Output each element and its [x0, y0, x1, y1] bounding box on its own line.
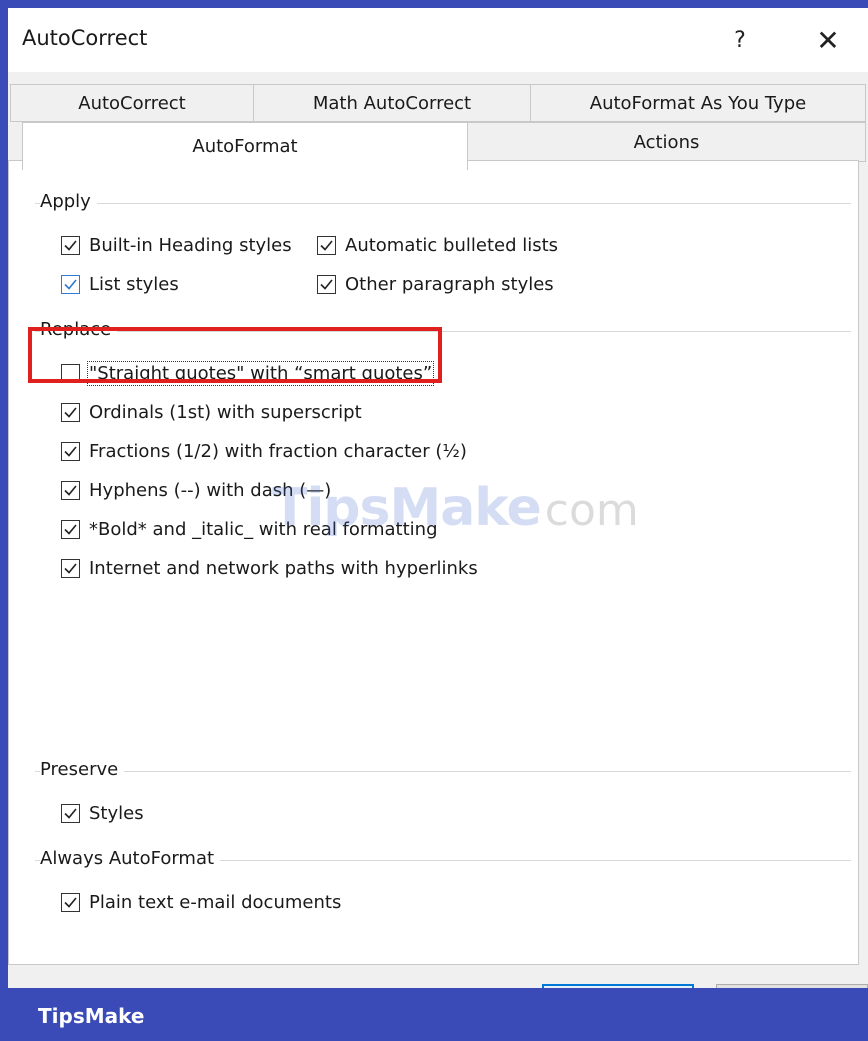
- option-label: Automatic bulleted lists: [345, 235, 559, 256]
- option-label: Other paragraph styles: [345, 274, 554, 295]
- checkmark-icon: [64, 485, 77, 496]
- checkbox-box[interactable]: [61, 403, 80, 422]
- list-styles-checkbox[interactable]: List styles: [61, 274, 179, 295]
- fractions-checkbox[interactable]: Fractions (1/2) with fraction character …: [61, 441, 467, 462]
- tab-actions[interactable]: Actions: [467, 122, 866, 162]
- replace-divider: [35, 331, 851, 332]
- tab-autocorrect[interactable]: AutoCorrect: [10, 84, 254, 122]
- option-label: Hyphens (--) with dash (—): [89, 480, 332, 501]
- preserve-divider: [35, 771, 851, 772]
- ok-button[interactable]: [542, 984, 694, 988]
- other-paragraph-styles-checkbox[interactable]: Other paragraph styles: [317, 274, 554, 295]
- checkbox-box[interactable]: [61, 364, 80, 383]
- checkbox-box[interactable]: [61, 893, 80, 912]
- internet-paths-checkbox[interactable]: Internet and network paths with hyperlin…: [61, 558, 478, 579]
- checkmark-icon: [320, 279, 333, 290]
- tab-autoformat[interactable]: AutoFormat: [22, 122, 468, 170]
- checkbox-box[interactable]: [61, 275, 80, 294]
- apply-divider: [35, 203, 851, 204]
- option-label: "Straight quotes" with “smart quotes”: [86, 361, 435, 386]
- option-label: *Bold* and _italic_ with real formatting: [89, 519, 438, 540]
- option-label: Built-in Heading styles: [89, 235, 292, 256]
- apply-group-label: Apply: [40, 191, 97, 212]
- checkbox-box[interactable]: [317, 275, 336, 294]
- checkmark-icon: [320, 240, 333, 251]
- checkbox-box[interactable]: [61, 804, 80, 823]
- checkmark-icon: [64, 446, 77, 457]
- option-label: Internet and network paths with hyperlin…: [89, 558, 478, 579]
- autoformat-panel: Apply Built-in Heading styles Automatic …: [8, 160, 859, 965]
- checkmark-icon: [64, 524, 77, 535]
- checkbox-box[interactable]: [61, 520, 80, 539]
- footer-bar: TipsMake: [0, 988, 868, 1041]
- title-bar: AutoCorrect ? ✕: [8, 8, 868, 72]
- checkmark-icon: [64, 279, 77, 290]
- dialog-title: AutoCorrect: [22, 26, 148, 50]
- automatic-bulleted-lists-checkbox[interactable]: Automatic bulleted lists: [317, 235, 558, 256]
- hyphens-checkbox[interactable]: Hyphens (--) with dash (—): [61, 480, 331, 501]
- footer-brand: TipsMake: [38, 1004, 145, 1028]
- help-button[interactable]: ?: [710, 18, 770, 62]
- option-label: List styles: [89, 274, 179, 295]
- checkmark-icon: [64, 563, 77, 574]
- preserve-group-label: Preserve: [40, 759, 125, 780]
- option-label: Ordinals (1st) with superscript: [89, 402, 362, 423]
- replace-group-label: Replace: [40, 319, 118, 340]
- cancel-button[interactable]: [716, 984, 868, 988]
- close-button[interactable]: ✕: [798, 18, 858, 62]
- autocorrect-dialog: AutoCorrect ? ✕ AutoCorrect Math AutoCor…: [8, 8, 868, 988]
- bold-italic-checkbox[interactable]: *Bold* and _italic_ with real formatting: [61, 519, 438, 540]
- built-in-heading-styles-checkbox[interactable]: Built-in Heading styles: [61, 235, 292, 256]
- straight-quotes-checkbox[interactable]: "Straight quotes" with “smart quotes”: [61, 361, 435, 386]
- plain-text-email-checkbox[interactable]: Plain text e-mail documents: [61, 892, 341, 913]
- ordinals-checkbox[interactable]: Ordinals (1st) with superscript: [61, 402, 362, 423]
- checkbox-box[interactable]: [61, 481, 80, 500]
- option-label: Styles: [89, 803, 144, 824]
- checkmark-icon: [64, 407, 77, 418]
- checkbox-box[interactable]: [61, 559, 80, 578]
- checkmark-icon: [64, 808, 77, 819]
- option-label: Plain text e-mail documents: [89, 892, 342, 913]
- tab-autoformat-as-you-type[interactable]: AutoFormat As You Type: [530, 84, 866, 122]
- option-label: Fractions (1/2) with fraction character …: [89, 441, 467, 462]
- tab-math-autocorrect[interactable]: Math AutoCorrect: [253, 84, 531, 122]
- preserve-styles-checkbox[interactable]: Styles: [61, 803, 144, 824]
- checkbox-box[interactable]: [317, 236, 336, 255]
- checkmark-icon: [64, 897, 77, 908]
- checkbox-box[interactable]: [61, 442, 80, 461]
- always-autoformat-group-label: Always AutoFormat: [40, 848, 221, 869]
- checkmark-icon: [64, 240, 77, 251]
- checkbox-box[interactable]: [61, 236, 80, 255]
